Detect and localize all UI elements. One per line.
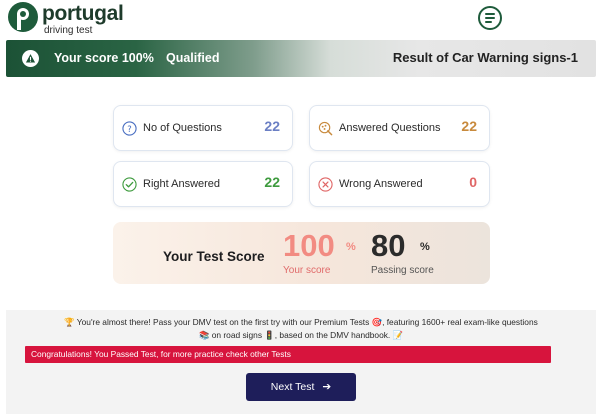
- qualified-status: Qualified: [166, 51, 220, 65]
- answered-questions-value: 22: [461, 118, 477, 134]
- check-circle-icon: [122, 177, 137, 192]
- no-of-questions-card: ? No of Questions 22: [113, 105, 293, 151]
- next-test-label: Next Test: [270, 381, 315, 393]
- no-of-questions-value: 22: [264, 118, 280, 134]
- arrow-right-icon: ➔: [322, 381, 332, 393]
- passing-score-caption: Passing score: [371, 265, 434, 276]
- svg-text:?: ?: [127, 124, 131, 134]
- right-answered-label: Right Answered: [143, 178, 221, 190]
- test-score-label: Your Test Score: [163, 249, 265, 264]
- site-header: portugal driving test: [0, 0, 600, 38]
- next-test-button[interactable]: Next Test ➔: [246, 373, 356, 401]
- brand-logo-icon: [8, 2, 38, 32]
- premium-promo-text: 🏆 You're almost there! Pass your DMV tes…: [24, 316, 578, 342]
- right-answered-card: Right Answered 22: [113, 161, 293, 207]
- test-score-card: Your Test Score 100 % Your score 80 % Pa…: [113, 222, 490, 284]
- promo-line-1: 🏆 You're almost there! Pass your DMV tes…: [64, 317, 538, 327]
- wrong-answered-value: 0: [469, 174, 477, 190]
- answered-questions-card: Answered Questions 22: [309, 105, 490, 151]
- result-title: Result of Car Warning signs-1: [392, 50, 578, 65]
- brand-logo[interactable]: portugal driving test: [8, 2, 124, 36]
- brand-subtitle: driving test: [44, 25, 93, 36]
- your-score-value: 100: [283, 228, 335, 263]
- answered-questions-icon: [318, 121, 333, 136]
- result-banner: Your score 100% Qualified Result of Car …: [6, 40, 596, 77]
- wrong-answered-card: Wrong Answered 0: [309, 161, 490, 207]
- promo-section: 🏆 You're almost there! Pass your DMV tes…: [6, 310, 596, 414]
- passing-score-unit: %: [420, 241, 430, 253]
- wrong-answered-label: Wrong Answered: [339, 178, 423, 190]
- answered-questions-label: Answered Questions: [339, 122, 441, 134]
- hamburger-menu-icon[interactable]: [478, 6, 502, 30]
- passing-score-value: 80: [371, 228, 406, 263]
- your-score-caption: Your score: [283, 265, 331, 276]
- pass-alert-text: Congratulations! You Passed Test, for mo…: [31, 349, 291, 359]
- brand-title: portugal: [42, 2, 124, 25]
- promo-line-2: 📚 on road signs 🚦, based on the DMV hand…: [198, 330, 403, 340]
- your-score-unit: %: [346, 241, 356, 253]
- warning-icon: [22, 50, 39, 67]
- question-circle-icon: ?: [122, 121, 137, 136]
- x-circle-icon: [318, 177, 333, 192]
- pass-alert: Congratulations! You Passed Test, for mo…: [25, 346, 551, 363]
- no-of-questions-label: No of Questions: [143, 122, 222, 134]
- your-score-text: Your score 100%: [54, 51, 154, 65]
- right-answered-value: 22: [264, 174, 280, 190]
